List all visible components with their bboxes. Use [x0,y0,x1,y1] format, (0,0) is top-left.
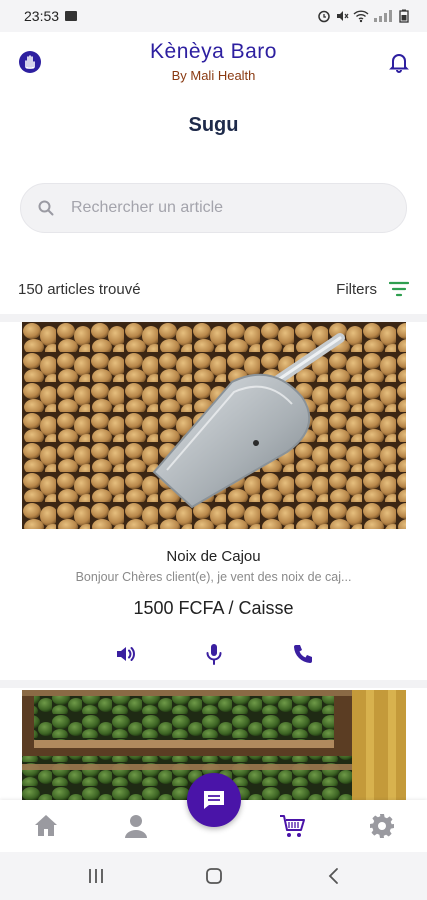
status-icons [317,9,409,23]
status-bar: 23:53 [0,0,427,32]
app-header: Kènèya Baro By Mali Health [0,32,427,92]
settings-gear-icon[interactable] [368,812,396,840]
app-title: Kènèya Baro [150,40,277,63]
cart-icon[interactable] [278,812,306,840]
section-divider [0,680,427,688]
battery-icon [399,9,409,23]
mute-icon [337,11,349,21]
product-card[interactable]: Noix de Cajou Bonjour Chères client(e), … [0,322,427,688]
product-actions [0,642,427,670]
home-icon[interactable] [32,812,60,840]
product-price: 1500 FCFA / Caisse [133,598,294,618]
status-time: 23:53 [24,8,60,24]
wifi-icon [353,10,369,23]
gallery-notification-icon [65,11,78,21]
system-navigation-bar [0,852,427,900]
product-description: Bonjour Chères client(e), je vent des no… [75,570,352,584]
microphone-icon[interactable] [202,642,226,666]
speaker-icon[interactable] [114,642,138,666]
page-title: Sugu [188,114,239,136]
message-icon [204,791,224,809]
cashew-nuts-photo [22,322,406,529]
filter-icon [389,281,409,297]
results-count: 150 articles trouvé [18,280,141,298]
product-name: Noix de Cajou [166,548,261,565]
signal-icon [374,10,392,22]
chat-fab-button[interactable] [187,773,241,827]
back-icon[interactable] [322,866,346,886]
alarm-icon [318,10,330,23]
recent-apps-icon[interactable] [84,866,108,886]
profile-icon[interactable] [122,812,150,840]
app-subtitle: By Mali Health [171,68,256,83]
product-image-cashew-nuts[interactable] [22,322,406,529]
results-row: 150 articles trouvé Filters [18,278,409,300]
filters-button[interactable]: Filters [336,281,409,298]
section-divider [0,314,427,322]
search-input[interactable] [71,199,371,217]
home-system-icon[interactable] [202,866,226,886]
notifications-bell-icon[interactable] [387,50,411,74]
search-icon [38,200,54,216]
search-bar[interactable] [20,183,407,233]
filters-label: Filters [336,280,377,298]
phone-icon[interactable] [291,642,315,666]
